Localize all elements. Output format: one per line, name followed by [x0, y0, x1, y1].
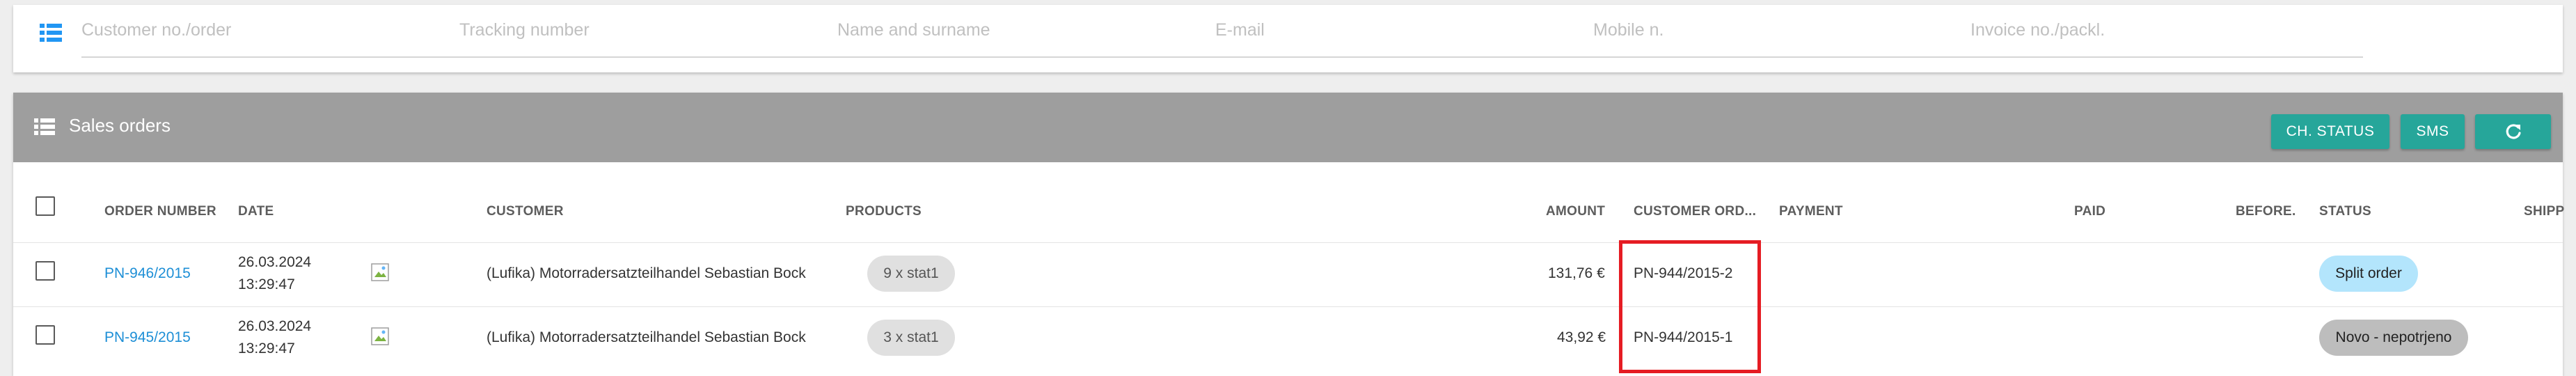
row-divider [13, 306, 2563, 307]
column-header-status[interactable]: STATUS [2319, 204, 2371, 219]
refresh-button[interactable] [2475, 114, 2551, 149]
column-header-order-number[interactable]: ORDER NUMBER [104, 204, 216, 219]
customer-order-search-input[interactable] [81, 17, 443, 42]
search-underline [81, 56, 2363, 58]
order-amount: 131,76 € [1548, 265, 1605, 281]
refresh-icon [2506, 124, 2521, 139]
column-header-amount[interactable]: AMOUNT [1546, 204, 1605, 219]
row-checkbox[interactable] [35, 261, 55, 281]
broken-image-icon [371, 327, 389, 345]
column-header-customer[interactable]: CUSTOMER [487, 204, 564, 219]
panel-header: Sales orders CH. STATUS SMS [13, 93, 2563, 162]
products-chip[interactable]: 9 x stat1 [867, 256, 955, 292]
sms-button[interactable]: SMS [2401, 114, 2465, 149]
column-header-products[interactable]: PRODUCTS [846, 204, 922, 219]
column-header-before[interactable]: BEFORE. [2236, 204, 2296, 219]
column-header-payment[interactable]: PAYMENT [1779, 204, 1843, 219]
customer-name: (Lufika) Motorradersatzteilhandel Sebast… [487, 329, 806, 345]
highlight-box [1619, 240, 1761, 373]
row-divider [13, 242, 2563, 243]
select-all-checkbox[interactable] [35, 196, 55, 216]
page-title: Sales orders [69, 115, 171, 136]
name-surname-search-input[interactable] [837, 17, 1199, 42]
change-status-button[interactable]: CH. STATUS [2271, 114, 2389, 149]
customer-name: (Lufika) Motorradersatzteilhandel Sebast… [487, 265, 806, 281]
list-icon[interactable] [38, 22, 63, 44]
status-badge: Split order [2319, 256, 2418, 292]
column-header-date[interactable]: DATE [238, 204, 274, 219]
order-number-link[interactable]: PN-945/2015 [104, 329, 191, 346]
email-search-input[interactable] [1215, 17, 1577, 42]
order-time: 13:29:47 [238, 276, 295, 292]
invoice-search-input[interactable] [1970, 17, 2346, 42]
order-date: 26.03.2024 [238, 318, 312, 334]
products-chip[interactable]: 3 x stat1 [867, 320, 955, 356]
order-amount: 43,92 € [1557, 329, 1606, 345]
order-date: 26.03.2024 [238, 254, 312, 270]
search-filter-bar [13, 5, 2563, 72]
sales-orders-panel: Sales orders CH. STATUS SMS [13, 93, 2563, 376]
column-header-customer-order[interactable]: CUSTOMER ORD... [1634, 204, 1756, 219]
broken-image-icon [371, 263, 389, 281]
tracking-number-search-input[interactable] [459, 17, 821, 42]
order-number-link[interactable]: PN-946/2015 [104, 265, 191, 282]
column-header-shipping[interactable]: SHIPP [2524, 204, 2565, 219]
column-header-paid[interactable]: PAID [2074, 204, 2105, 219]
status-badge: Novo - nepotrjeno [2319, 320, 2468, 356]
list-icon [34, 118, 55, 135]
mobile-search-input[interactable] [1593, 17, 1955, 42]
row-checkbox[interactable] [35, 325, 55, 345]
order-time: 13:29:47 [238, 340, 295, 357]
